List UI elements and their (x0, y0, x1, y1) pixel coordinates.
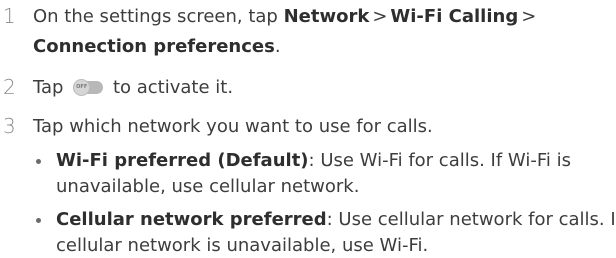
step-text-before: Tap (33, 77, 64, 98)
path-separator: > (521, 6, 537, 27)
option-description: cellular network is unavailable, use Wi-… (56, 235, 429, 256)
option-text: Wi-Fi preferred (Default): Use Wi-Fi for… (56, 148, 571, 173)
option-description: unavailable, use cellular network. (56, 176, 360, 197)
menu-path-network: Network (283, 6, 370, 27)
menu-path-connection-preferences: Connection preferences (33, 36, 275, 57)
step-text-after: to activate it. (112, 77, 234, 98)
option-text: Cellular network preferred: Use cellular… (56, 207, 616, 232)
bullet-icon (36, 159, 41, 164)
step-text: On the settings screen, tap Network > Wi-F… (33, 4, 539, 29)
option-label: Cellular network preferred (56, 209, 327, 230)
option-description: : Use cellular network for calls. If (326, 209, 616, 230)
step-text: Connection preferences. (33, 34, 281, 59)
option-description: : Use Wi-Fi for calls. If Wi-Fi is (308, 150, 571, 171)
step-text-prefix: On the settings screen, tap (33, 6, 284, 27)
path-separator: > (372, 6, 388, 27)
step-text: Tap OFF to activate it. (33, 75, 233, 100)
step-text: Tap which network you want to use for ca… (33, 116, 433, 137)
instructions-page: 1 On the settings screen, tap Network > Wi… (0, 0, 616, 256)
step-number: 3 (3, 114, 16, 138)
step-number: 2 (3, 75, 16, 99)
step-number: 1 (3, 4, 16, 28)
menu-path-wifi-calling: Wi-Fi Calling (390, 6, 519, 27)
option-label: Wi-Fi preferred (Default) (56, 150, 309, 171)
step-text-suffix: . (274, 36, 281, 57)
toggle-knob: OFF (73, 79, 91, 96)
bullet-icon (36, 218, 41, 223)
toggle-switch-off-icon: OFF (73, 79, 104, 96)
